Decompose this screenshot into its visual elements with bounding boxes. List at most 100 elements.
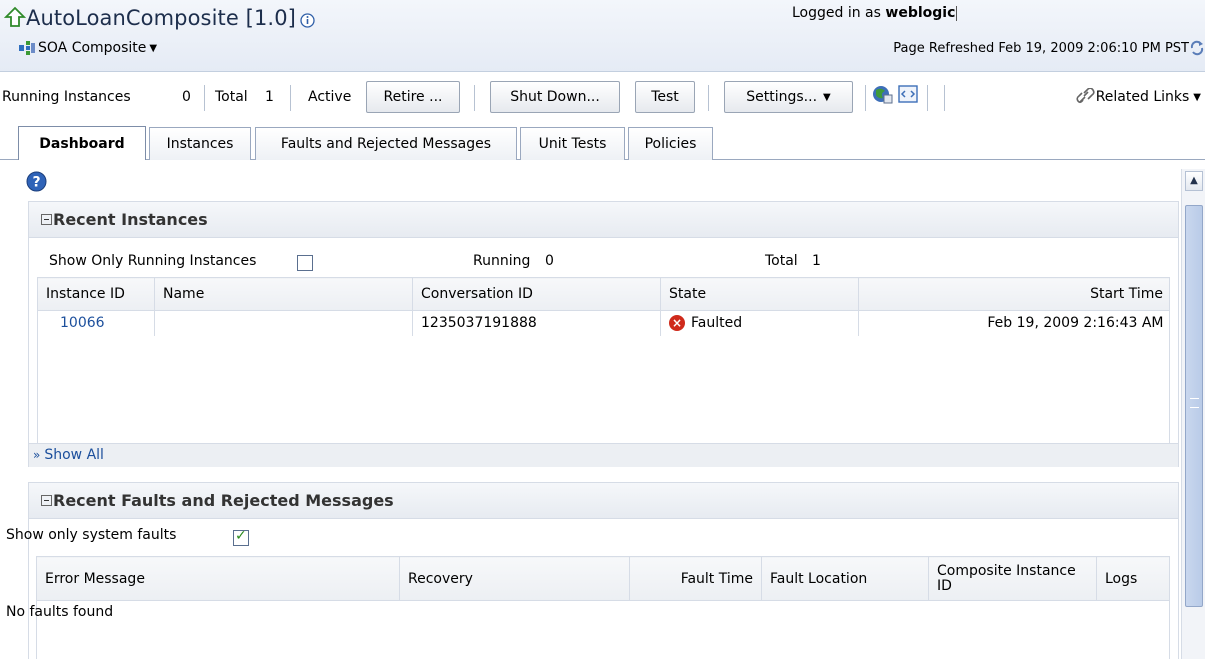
up-arrow-icon[interactable] — [4, 6, 26, 28]
double-chevron-right-icon: » — [33, 448, 41, 462]
login-status: Logged in as weblogic — [792, 5, 958, 21]
show-all-link[interactable]: » Show All — [33, 447, 104, 463]
svg-text:?: ? — [32, 175, 40, 191]
collapse-icon[interactable] — [41, 214, 52, 225]
vertical-scrollbar[interactable]: ▲ — [1181, 169, 1205, 659]
show-running-checkbox[interactable] — [297, 255, 313, 271]
test-button[interactable]: Test — [635, 81, 695, 113]
column-header-logs[interactable]: Logs — [1096, 557, 1169, 601]
total-label: Total — [215, 89, 248, 105]
chevron-down-icon: ▼ — [823, 91, 831, 103]
recent-instances-header[interactable]: Recent Instances — [29, 202, 1178, 238]
related-links-menu[interactable]: Related Links ▼ — [1076, 88, 1201, 106]
username: weblogic — [885, 5, 956, 21]
title-row: AutoLoanComposite [1.0] — [26, 6, 315, 30]
show-all-bar: » Show All — [29, 443, 1178, 467]
recent-instances-panel: Recent Instances Show Only Running Insta… — [28, 201, 1179, 467]
toolbar-divider — [927, 85, 928, 111]
help-icon[interactable]: ? — [26, 171, 47, 192]
settings-button[interactable]: Settings... ▼ — [724, 81, 853, 113]
state-text: Faulted — [691, 315, 743, 332]
scrollbar-grip — [1190, 398, 1199, 408]
column-header-instance-id[interactable]: Instance ID — [38, 278, 155, 311]
column-header-error-message[interactable]: Error Message — [37, 557, 400, 601]
running-value: 0 — [545, 253, 554, 269]
shut-down-button[interactable]: Shut Down... — [490, 81, 620, 113]
dashboard-content: ? Recent Instances Show Only Running Ins… — [0, 161, 1180, 659]
related-links-label: Related Links — [1095, 89, 1190, 105]
instances-table: Instance ID Name Conversation ID State S… — [38, 278, 1169, 336]
toolbar-divider — [204, 85, 205, 111]
show-running-label: Show Only Running Instances — [49, 253, 257, 269]
tab-instances[interactable]: Instances — [149, 127, 251, 160]
total-label: Total — [765, 253, 798, 269]
tab-policies[interactable]: Policies — [628, 127, 713, 160]
tab-bar: Dashboard Instances Faults and Rejected … — [0, 124, 1205, 161]
chevron-down-icon: ▼ — [1193, 91, 1201, 103]
recent-faults-title-text: Recent Faults and Rejected Messages — [53, 491, 394, 510]
tab-dashboard[interactable]: Dashboard — [18, 126, 146, 160]
column-header-fault-location[interactable]: Fault Location — [761, 557, 929, 601]
settings-button-label: Settings... — [746, 89, 818, 105]
column-header-name[interactable]: Name — [154, 278, 413, 311]
state-cell: × Faulted — [660, 310, 859, 336]
page-header: AutoLoanComposite [1.0] SOA Composite ▼ … — [0, 0, 1205, 72]
retire-button[interactable]: Retire ... — [366, 81, 460, 113]
text-cursor — [956, 5, 958, 21]
chevron-up-icon[interactable]: ▲ — [1185, 171, 1203, 191]
toolbar-divider — [290, 85, 291, 111]
total-value: 1 — [812, 253, 821, 269]
table-header-row: Instance ID Name Conversation ID State S… — [38, 278, 1169, 311]
logged-in-label: Logged in as — [792, 5, 881, 21]
composite-menu-label: SOA Composite — [38, 40, 147, 56]
info-icon[interactable] — [300, 13, 315, 28]
toolbar-divider — [708, 85, 709, 111]
composite-toolbar: Running Instances 0 Total 1 Active Retir… — [0, 72, 1205, 124]
column-header-recovery[interactable]: Recovery — [399, 557, 630, 601]
toolbar-divider — [474, 85, 475, 111]
column-header-conversation-id[interactable]: Conversation ID — [412, 278, 661, 311]
toolbar-divider — [944, 85, 945, 111]
recent-instances-title: Recent Instances — [41, 210, 208, 229]
total-value: 1 — [265, 89, 274, 105]
chevron-down-icon: ▼ — [149, 42, 158, 54]
system-faults-label: Show only system faults — [6, 527, 177, 543]
table-row[interactable]: 10066 1235037191888 × Faulted Feb 19, 200… — [38, 310, 1169, 336]
active-status: Active — [308, 89, 352, 105]
refresh-icon[interactable] — [1189, 39, 1205, 57]
page-refreshed-status: Page Refreshed Feb 19, 2009 2:06:10 PM P… — [893, 41, 1189, 56]
running-instances-value: 0 — [182, 89, 191, 105]
no-faults-message: No faults found — [6, 604, 114, 620]
page-title: AutoLoanComposite [1.0] — [26, 6, 296, 30]
instance-id-link[interactable]: 10066 — [60, 315, 105, 331]
table-header-row: Error Message Recovery Fault Time Fault … — [37, 557, 1169, 601]
composite-menu[interactable]: SOA Composite ▼ — [18, 40, 157, 56]
recent-faults-header[interactable]: Recent Faults and Rejected Messages — [29, 483, 1178, 519]
recent-faults-title: Recent Faults and Rejected Messages — [41, 491, 394, 510]
column-header-fault-time[interactable]: Fault Time — [629, 557, 762, 601]
instance-name-cell — [154, 310, 413, 336]
recent-instances-title-text: Recent Instances — [53, 210, 208, 229]
fault-error-icon: × — [669, 315, 685, 332]
soa-composite-icon — [19, 41, 35, 55]
instances-table-frame: Instance ID Name Conversation ID State S… — [37, 277, 1170, 444]
scrollbar-thumb[interactable] — [1185, 205, 1203, 607]
column-header-start-time[interactable]: Start Time — [858, 278, 1169, 311]
chain-link-icon — [1076, 88, 1095, 104]
start-time-cell: Feb 19, 2009 2:16:43 AM — [858, 310, 1169, 336]
column-header-composite-instance-id[interactable]: Composite Instance ID — [928, 557, 1097, 601]
faults-table-frame: Error Message Recovery Fault Time Fault … — [36, 556, 1170, 659]
system-faults-checkbox[interactable] — [233, 528, 249, 546]
toolbar-divider — [865, 85, 866, 111]
collapse-icon[interactable] — [41, 495, 52, 506]
tab-faults-and-rejected-messages[interactable]: Faults and Rejected Messages — [255, 127, 517, 160]
xml-source-icon[interactable] — [897, 83, 919, 105]
show-all-label: Show All — [44, 447, 104, 463]
deploy-icon[interactable] — [871, 83, 893, 105]
column-header-state[interactable]: State — [660, 278, 859, 311]
tab-unit-tests[interactable]: Unit Tests — [520, 127, 625, 160]
faults-table: Error Message Recovery Fault Time Fault … — [37, 557, 1169, 601]
running-label: Running — [473, 253, 531, 269]
conversation-id-cell: 1235037191888 — [412, 310, 661, 336]
running-instances-label: Running Instances — [2, 89, 131, 105]
